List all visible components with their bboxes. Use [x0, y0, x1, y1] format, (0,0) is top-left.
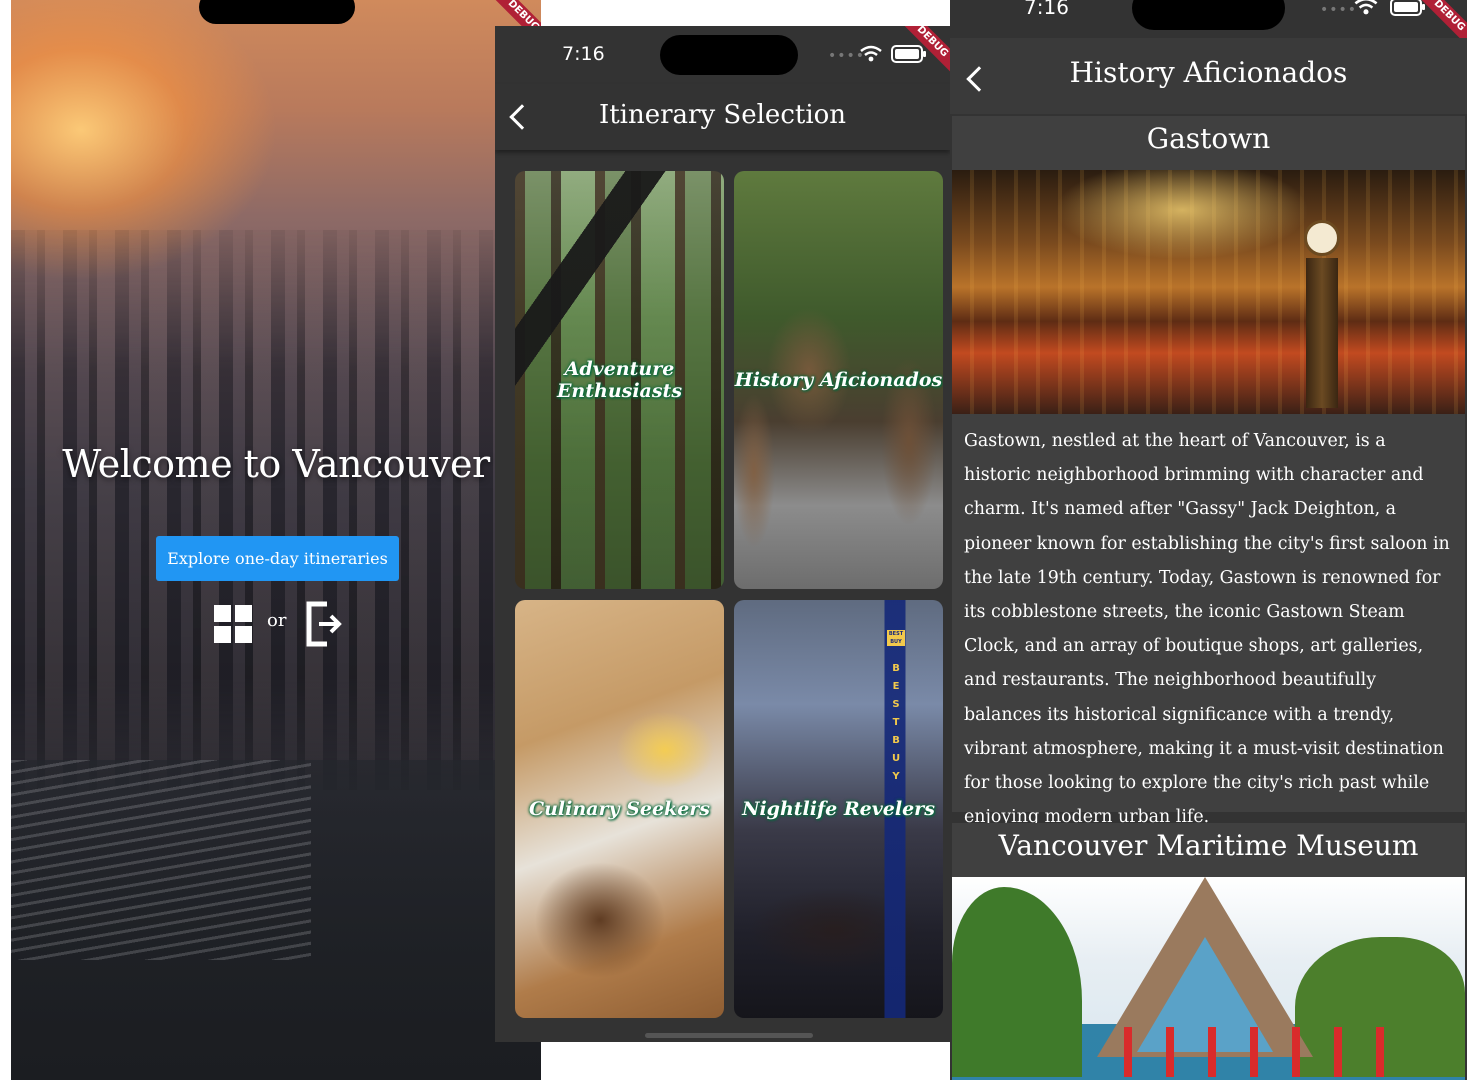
wifi-icon [860, 45, 882, 62]
maritime-museum-photo [952, 877, 1465, 1080]
tile-label: Culinary Seekers [528, 798, 711, 820]
dynamic-island [660, 35, 798, 75]
place-title: Vancouver Maritime Museum [998, 829, 1419, 862]
tile-history-aficionados[interactable]: History Aficionados [734, 171, 943, 589]
status-time: 7:16 [562, 43, 605, 65]
store-sign: BEST BUY BESTBUY [887, 630, 905, 786]
app-bar: History Aficionados [950, 38, 1467, 114]
welcome-screen: DEBUG Welcome to Vancouver Explore one-d… [11, 0, 541, 1080]
status-time: 7:16 [1024, 0, 1069, 19]
app-bar: Itinerary Selection [495, 84, 950, 150]
explore-itineraries-button[interactable]: Explore one-day itineraries [156, 536, 399, 581]
place-card-gastown: Gastown Gastown, nestled at the heart of… [952, 116, 1465, 827]
page-title: History Aficionados [1069, 56, 1348, 89]
place-card-maritime-museum: Vancouver Maritime Museum [952, 823, 1465, 1080]
steam-clock-tower [1306, 258, 1338, 408]
cellular-signal-icon: •••• [1320, 2, 1358, 18]
battery-icon [1390, 0, 1425, 16]
tile-label: Nightlife Revelers [742, 798, 935, 820]
store-sign-top: BEST BUY [887, 630, 905, 646]
dynamic-island [199, 0, 355, 24]
status-bar: 7:16 •••• [495, 26, 950, 84]
dynamic-island [1132, 0, 1285, 30]
place-title: Gastown [1146, 122, 1271, 155]
tile-label: Adventure Enthusiasts [556, 358, 683, 402]
history-aficionados-screen: 7:16 •••• DEBUG History Aficionados Gast… [950, 0, 1467, 1080]
tile-nightlife-revelers[interactable]: BEST BUY BESTBUY Nightlife Revelers [734, 600, 943, 1018]
gastown-photo [952, 170, 1465, 414]
store-sign-letters: BESTBUY [891, 663, 901, 782]
steam-clock-face [1304, 220, 1340, 256]
or-separator: or [267, 610, 287, 631]
tile-adventure-enthusiasts[interactable]: Adventure Enthusiasts [515, 171, 724, 589]
tile-culinary-seekers[interactable]: Culinary Seekers [515, 600, 724, 1018]
battery-icon [891, 45, 926, 63]
place-description: Gastown, nestled at the heart of Vancouv… [964, 431, 1450, 828]
microsoft-grid-icon[interactable] [214, 605, 252, 643]
itinerary-selection-screen: 7:16 •••• DEBUG Itinerary Selection Adve… [495, 26, 950, 1042]
page-title: Itinerary Selection [598, 100, 847, 130]
welcome-title: Welcome to Vancouver [62, 442, 490, 486]
city-skyline-background [11, 230, 541, 790]
home-indicator [645, 1033, 813, 1038]
status-bar: 7:16 •••• [950, 0, 1467, 38]
login-options-row: or [211, 600, 351, 650]
flag-row [1102, 1027, 1392, 1077]
wifi-icon [1354, 0, 1378, 15]
tile-label: History Aficionados [734, 369, 943, 391]
trees-left [952, 887, 1082, 1077]
exit-icon[interactable] [303, 600, 343, 648]
marina-background [11, 760, 311, 960]
